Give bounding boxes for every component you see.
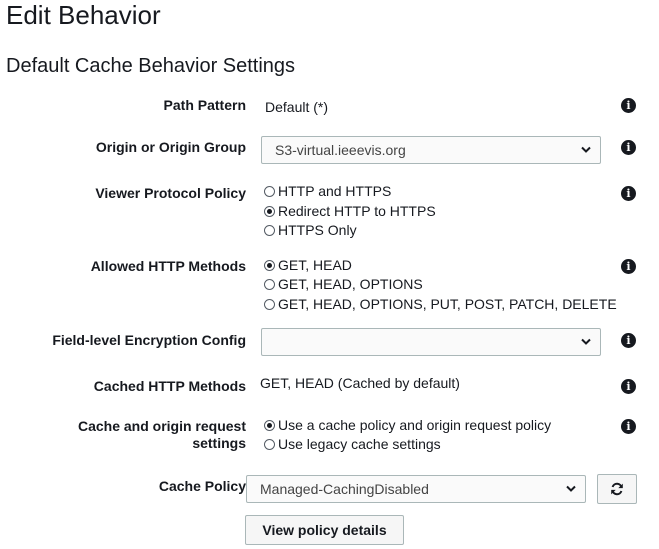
cached-methods-label: Cached HTTP Methods	[93, 378, 246, 394]
option-label: Redirect HTTP to HTTPS	[278, 203, 436, 219]
chevron-down-icon	[566, 485, 576, 492]
viewer-protocol-option[interactable]: HTTP and HTTPS	[264, 182, 391, 200]
option-label: HTTPS Only	[278, 222, 357, 238]
path-pattern-label: Path Pattern	[163, 97, 246, 113]
radio-selected-icon	[264, 259, 275, 271]
radio-icon	[264, 278, 275, 290]
info-icon[interactable]: i	[621, 259, 636, 274]
refresh-icon	[611, 482, 623, 496]
cache-policy-select-value: Managed-CachingDisabled	[260, 481, 429, 497]
info-icon[interactable]: i	[621, 379, 636, 394]
info-icon[interactable]: i	[621, 333, 636, 348]
radio-selected-icon	[264, 419, 275, 431]
path-pattern-value: Default (*)	[265, 99, 329, 115]
info-icon[interactable]: i	[621, 419, 636, 434]
allowed-methods-option[interactable]: GET, HEAD	[264, 256, 352, 274]
radio-icon	[264, 438, 275, 450]
option-label: Use legacy cache settings	[278, 436, 441, 452]
allowed-methods-option[interactable]: GET, HEAD, OPTIONS	[264, 275, 423, 293]
radio-icon	[264, 185, 275, 197]
section-title: Default Cache Behavior Settings	[6, 55, 296, 77]
viewer-protocol-option[interactable]: Redirect HTTP to HTTPS	[264, 202, 436, 220]
info-icon[interactable]: i	[621, 186, 636, 201]
allowed-methods-label: Allowed HTTP Methods	[90, 258, 246, 274]
viewer-protocol-option[interactable]: HTTPS Only	[264, 221, 357, 239]
cache-policy-label: Cache Policy	[158, 478, 246, 494]
origin-select-value: S3-virtual.ieeevis.org	[275, 142, 406, 158]
cache-origin-option[interactable]: Use a cache policy and origin request po…	[264, 416, 551, 434]
cache-origin-label-line1: Cache and origin request	[77, 418, 246, 434]
field-encryption-select[interactable]	[261, 328, 601, 356]
option-label: Use a cache policy and origin request po…	[278, 417, 552, 433]
chevron-down-icon	[581, 338, 591, 345]
refresh-button[interactable]	[597, 474, 637, 504]
field-encryption-label: Field-level Encryption Config	[52, 332, 246, 348]
origin-label: Origin or Origin Group	[95, 139, 246, 155]
allowed-methods-option[interactable]: GET, HEAD, OPTIONS, PUT, POST, PATCH, DE…	[264, 295, 617, 313]
origin-select[interactable]: S3-virtual.ieeevis.org	[261, 136, 601, 164]
cache-policy-select[interactable]: Managed-CachingDisabled	[246, 475, 586, 503]
viewer-protocol-label: Viewer Protocol Policy	[95, 185, 246, 201]
option-label: HTTP and HTTPS	[278, 183, 392, 199]
radio-icon	[264, 224, 275, 236]
info-icon[interactable]: i	[621, 140, 636, 155]
chevron-down-icon	[581, 146, 591, 153]
option-label: GET, HEAD	[278, 257, 352, 273]
radio-selected-icon	[264, 205, 275, 217]
option-label: GET, HEAD, OPTIONS	[278, 276, 423, 292]
page-title: Edit Behavior	[6, 0, 161, 30]
cache-origin-option[interactable]: Use legacy cache settings	[264, 435, 441, 453]
view-policy-details-button[interactable]: View policy details	[245, 515, 404, 545]
info-icon[interactable]: i	[621, 98, 636, 113]
cache-origin-label-line2: settings	[192, 435, 246, 451]
cached-methods-value: GET, HEAD (Cached by default)	[260, 375, 460, 391]
option-label: GET, HEAD, OPTIONS, PUT, POST, PATCH, DE…	[278, 296, 617, 312]
radio-icon	[264, 298, 275, 310]
